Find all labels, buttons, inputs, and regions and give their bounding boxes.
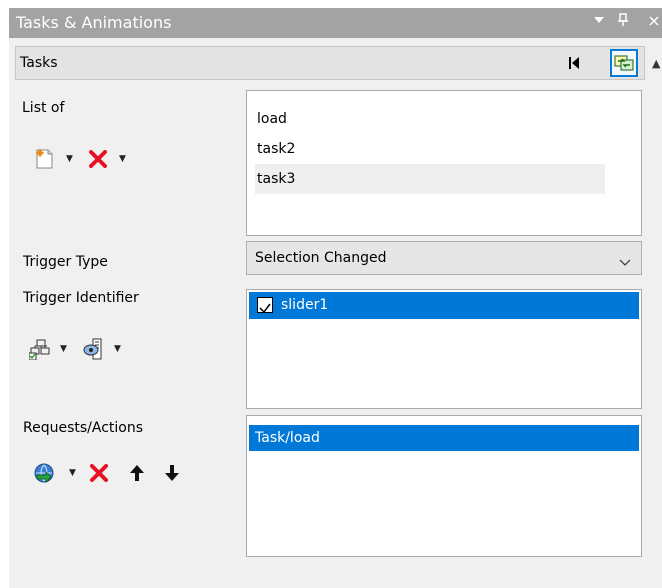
trigger-type-select[interactable]: Selection Changed — [246, 241, 642, 275]
collapse-left-icon[interactable] — [565, 53, 583, 73]
add-action-icon[interactable] — [33, 462, 55, 488]
add-trigger-icon[interactable] — [28, 338, 51, 364]
close-icon[interactable] — [649, 13, 659, 31]
view-trigger-icon[interactable] — [83, 338, 105, 364]
sync-button[interactable] — [610, 49, 638, 77]
checkmark-icon — [259, 303, 271, 314]
new-task-icon[interactable] — [35, 148, 55, 174]
move-up-icon[interactable] — [129, 463, 145, 487]
trigger-identifier-toolbar: ▼ ▼ — [28, 338, 169, 364]
requests-actions-list[interactable]: Task/load — [246, 415, 642, 557]
trigger-type-label: Trigger Type — [23, 254, 108, 270]
trigger-type-value: Selection Changed — [255, 250, 387, 266]
panel-title: Tasks & Animations — [16, 13, 172, 32]
scroll-up-arrow[interactable]: ▲ — [652, 57, 660, 70]
panel-options-icon[interactable] — [593, 13, 605, 31]
trigger-list-item[interactable]: slider1 — [249, 292, 639, 319]
task-list[interactable]: load task2 task3 — [246, 90, 642, 236]
chevron-down-icon — [619, 252, 631, 271]
delete-task-icon[interactable] — [89, 150, 107, 172]
list-of-label: List of — [22, 100, 65, 116]
view-trigger-dropdown-chevron-icon[interactable]: ▼ — [114, 344, 121, 354]
new-task-dropdown-chevron-icon[interactable]: ▼ — [66, 154, 73, 164]
list-item[interactable]: load — [257, 104, 287, 134]
move-down-icon[interactable] — [164, 463, 180, 487]
add-action-dropdown-chevron-icon[interactable]: ▼ — [69, 468, 76, 478]
list-item[interactable]: task3 — [255, 164, 605, 194]
sync-icon — [614, 55, 634, 71]
action-list-item[interactable]: Task/load — [249, 425, 639, 451]
trigger-item-label: slider1 — [281, 297, 329, 313]
tasks-animations-panel: Tasks & Animations Tasks ▲ List of ▼ ▼ l… — [9, 8, 662, 588]
requests-actions-toolbar: ▼ — [33, 462, 233, 486]
trigger-identifier-label: Trigger Identifier — [23, 290, 139, 306]
list-of-toolbar: ▼ ▼ — [35, 148, 175, 172]
action-item-label: Task/load — [255, 430, 320, 446]
trigger-checkbox[interactable] — [257, 297, 273, 314]
add-trigger-dropdown-chevron-icon[interactable]: ▼ — [60, 344, 67, 354]
list-item[interactable]: task2 — [257, 134, 295, 164]
tasks-label: Tasks — [20, 55, 58, 71]
delete-task-dropdown-chevron-icon[interactable]: ▼ — [119, 154, 126, 164]
pin-icon[interactable] — [618, 13, 628, 32]
requests-actions-label: Requests/Actions — [23, 420, 144, 436]
panel-title-bar[interactable]: Tasks & Animations — [9, 8, 662, 38]
delete-action-icon[interactable] — [90, 464, 108, 486]
tasks-header-bar: Tasks — [15, 46, 645, 80]
trigger-identifier-list[interactable]: slider1 — [246, 289, 642, 409]
